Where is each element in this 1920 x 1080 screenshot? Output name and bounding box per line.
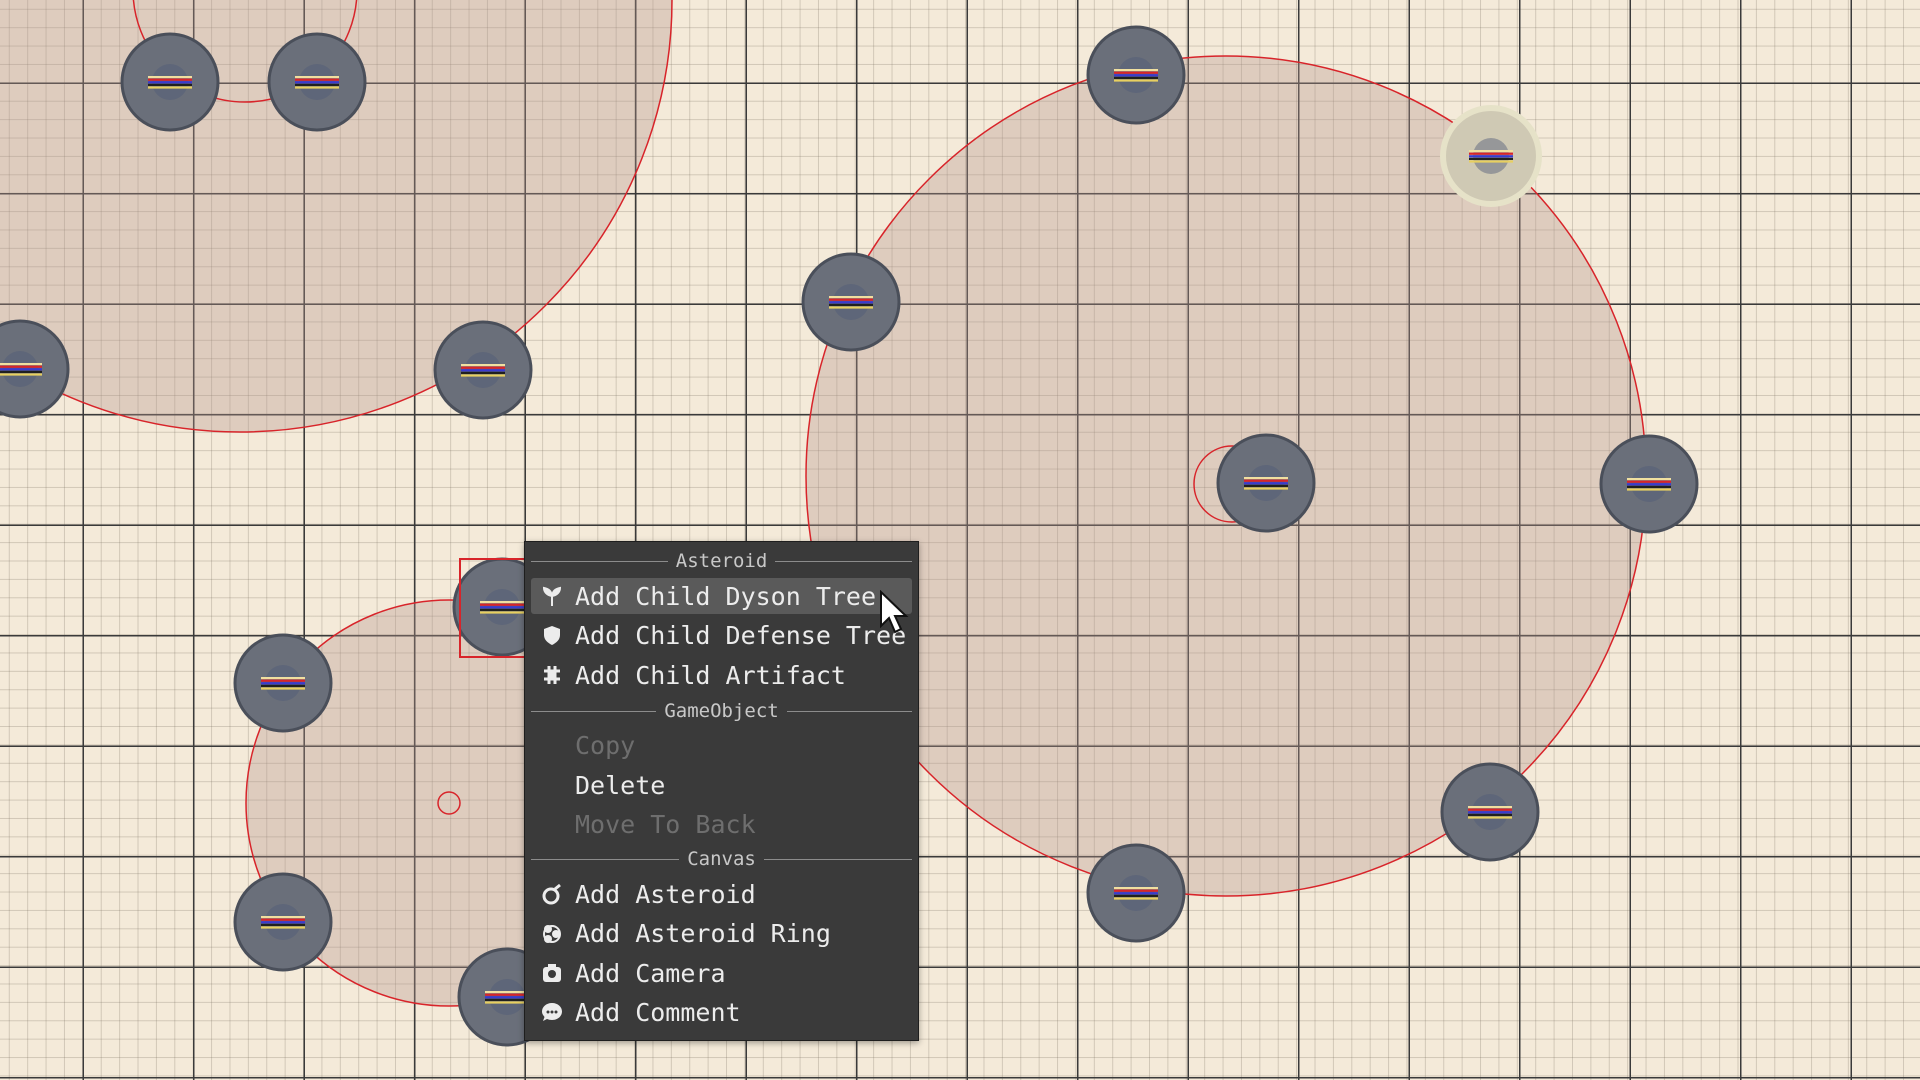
menu-item-label: Move To Back [575, 809, 756, 839]
menu-item-label: Add Child Dyson Tree [575, 581, 877, 611]
asteroid-icon [542, 883, 561, 905]
menu-item-label: Add Camera [575, 958, 726, 988]
menu-item-add-camera[interactable]: Add Camera [531, 955, 912, 991]
section-title: GameObject [664, 700, 779, 722]
menu-item-add-child-dyson-tree[interactable]: Add Child Dyson Tree [531, 578, 912, 614]
asteroid-node[interactable] [1440, 762, 1540, 862]
section-title: Canvas [687, 848, 756, 870]
menu-item-add-child-artifact[interactable]: Add Child Artifact [531, 657, 912, 693]
menu-item-add-asteroid-ring[interactable]: Add Asteroid Ring [531, 915, 912, 951]
asteroid-node[interactable] [1440, 105, 1542, 207]
tree-icon [542, 586, 562, 606]
section-title: Asteroid [675, 550, 768, 572]
artifact-icon [544, 666, 560, 684]
camera-icon [543, 964, 561, 982]
asteroid-node[interactable] [433, 320, 533, 420]
menu-item-label: Add Asteroid Ring [575, 918, 831, 948]
asteroid-node[interactable] [1599, 434, 1699, 534]
menu-item-move-to-back[interactable]: Move To Back [531, 806, 912, 842]
menu-item-label: Add Asteroid [575, 879, 756, 909]
context-menu: Asteroid Add Child Dyson Tree Add Child … [524, 541, 919, 1041]
menu-item-copy[interactable]: Copy [531, 727, 912, 763]
menu-item-label: Delete [575, 770, 666, 800]
asteroid-node[interactable] [1086, 25, 1186, 125]
section-header-asteroid: Asteroid [531, 550, 913, 572]
asteroid-ring-icon [543, 925, 561, 943]
menu-item-add-child-defense-tree[interactable]: Add Child Defense Tree [531, 617, 912, 653]
section-header-gameobject: GameObject [531, 700, 913, 722]
asteroid-node[interactable] [267, 32, 367, 132]
menu-item-delete[interactable]: Delete [531, 767, 912, 803]
asteroid-node[interactable] [120, 32, 220, 132]
menu-item-label: Add Child Defense Tree [575, 620, 907, 650]
menu-item-label: Add Child Artifact [575, 660, 846, 690]
level-editor-canvas[interactable] [0, 0, 1920, 1080]
asteroid-node[interactable] [233, 633, 333, 733]
asteroid-node[interactable] [801, 252, 901, 352]
asteroid-node[interactable] [1086, 843, 1186, 943]
asteroid-node[interactable] [233, 872, 333, 972]
menu-item-label: Copy [575, 730, 636, 760]
mouse-cursor-icon [880, 590, 909, 634]
section-header-canvas: Canvas [531, 848, 913, 870]
shield-icon [544, 626, 560, 645]
asteroid-node[interactable] [1216, 433, 1316, 533]
menu-item-add-asteroid[interactable]: Add Asteroid [531, 876, 912, 912]
menu-item-add-comment[interactable]: Add Comment [531, 994, 912, 1030]
menu-item-label: Add Comment [575, 997, 741, 1027]
comment-icon [542, 1003, 562, 1021]
